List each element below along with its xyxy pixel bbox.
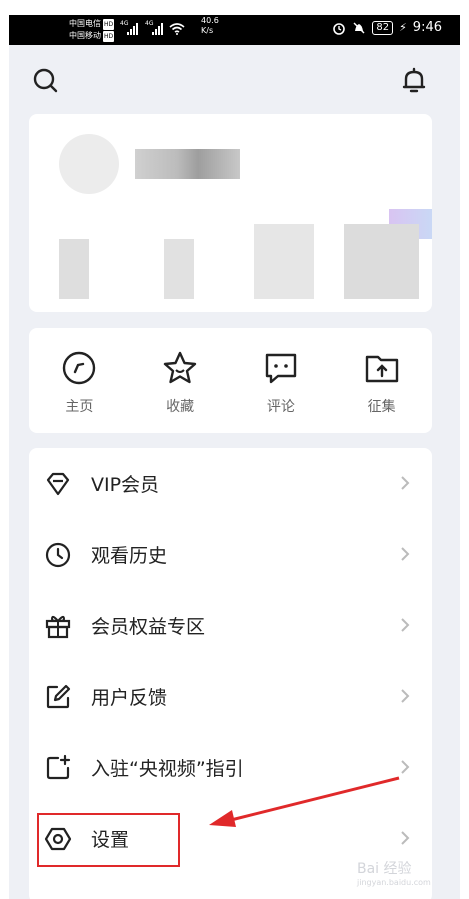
watermark-text: Bai 经验 [357,861,412,877]
watermark-sub: jingyan.baidu.com [357,878,431,887]
annotation-arrow [209,776,400,827]
watermark: Bai 经验 jingyan.baidu.com [357,858,431,887]
phone-screen: 中国电信 HD 中国移动 HD 4G 4G 40.6 K/s 82 ⚡ 9:46… [9,15,460,899]
